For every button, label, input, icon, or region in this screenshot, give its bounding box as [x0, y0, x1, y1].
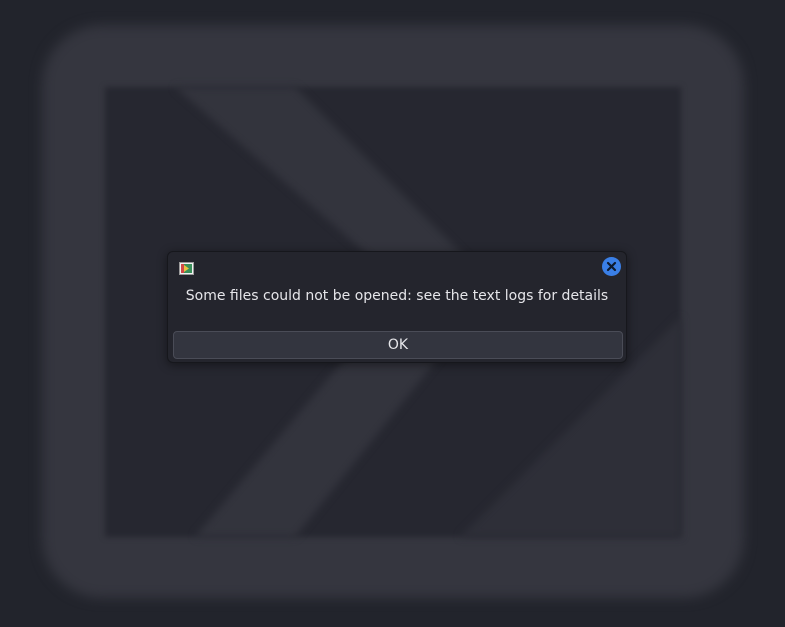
dialog-message: Some files could not be opened: see the … [185, 288, 609, 304]
error-dialog: Some files could not be opened: see the … [167, 251, 627, 363]
close-button[interactable] [602, 257, 621, 276]
ok-button[interactable]: OK [173, 331, 623, 359]
app-logo-icon [179, 260, 194, 275]
